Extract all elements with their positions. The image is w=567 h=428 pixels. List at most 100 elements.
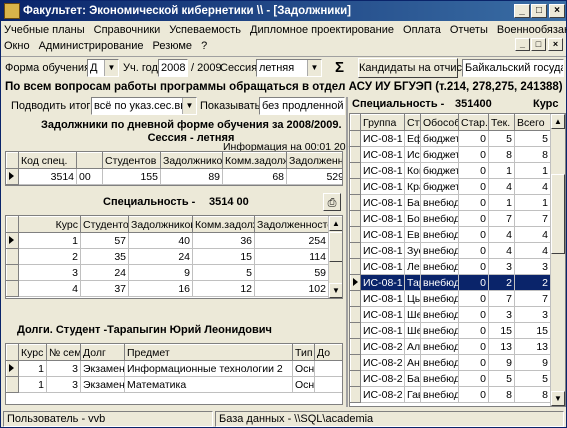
cell[interactable]: 68 [222, 168, 287, 185]
col-old[interactable]: Стар. [458, 114, 489, 131]
chevron-down-icon[interactable]: ▼ [182, 98, 196, 114]
cell[interactable]: ИС-08-1 [360, 146, 405, 163]
cell[interactable]: ИС-08-1 [360, 258, 405, 275]
cell[interactable]: 0 [458, 242, 489, 259]
table-row[interactable]: ИС-08-2Антвнебюд099 [350, 354, 551, 371]
scroll-up-icon[interactable]: ▲ [551, 114, 565, 129]
col-students[interactable]: Студентов [102, 152, 161, 169]
cell[interactable]: ИС-08-2 [360, 354, 405, 371]
cell[interactable]: 3 [488, 258, 515, 275]
table-row[interactable]: ИС-08-1Ефібюджет055 [350, 130, 551, 147]
cell[interactable]: 15 [192, 248, 255, 265]
col-student[interactable]: Сту [404, 114, 421, 131]
cell[interactable]: Осн [292, 360, 315, 377]
cell[interactable]: 7 [488, 210, 515, 227]
cell[interactable]: Иса [404, 146, 421, 163]
cell[interactable]: ИС-08-1 [360, 322, 405, 339]
table-row[interactable]: ИС-08-1Цыйвнебюд077 [350, 290, 551, 307]
cell[interactable]: 0 [458, 274, 489, 291]
cell[interactable]: 9 [514, 354, 551, 371]
scroll-up-icon[interactable]: ▲ [329, 216, 342, 231]
col-course[interactable]: Курс [18, 216, 81, 233]
table-row[interactable]: ИС-08-1Лесвнебюд033 [350, 258, 551, 275]
col-debts[interactable]: Задолженностей [254, 216, 329, 233]
cell[interactable]: Тар [404, 274, 421, 291]
table-row[interactable]: ИС-08-1Шеівнебюд01515 [350, 322, 551, 339]
cell[interactable]: 1 [18, 232, 81, 249]
scroll-down-icon[interactable]: ▼ [329, 283, 342, 298]
menu-item[interactable]: Резюме [152, 40, 192, 52]
cell[interactable]: внебюд [420, 226, 459, 243]
col-debt[interactable]: Долг [80, 344, 125, 361]
table-row[interactable]: 3 24 9 5 59 [6, 264, 329, 281]
cell[interactable]: 1 [488, 162, 515, 179]
cell[interactable]: внебюд [420, 338, 459, 355]
table-row[interactable]: 4 37 16 12 102 [6, 280, 329, 297]
cell[interactable]: 0 [458, 338, 489, 355]
cell[interactable]: 0 [458, 370, 489, 387]
cell[interactable]: 0 [458, 130, 489, 147]
cell[interactable]: 4 [514, 178, 551, 195]
cell[interactable]: 7 [488, 290, 515, 307]
cell[interactable]: ИС-08-1 [360, 274, 405, 291]
table-row[interactable]: ИС-08-2Алтвнебюд01313 [350, 338, 551, 355]
cell[interactable]: внебюд [420, 290, 459, 307]
table-row[interactable]: 2 35 24 15 114 [6, 248, 329, 265]
cell[interactable]: Бак [404, 194, 421, 211]
table-row[interactable]: ИС-08-1Исабюджет088 [350, 146, 551, 163]
cell[interactable]: 3 [514, 258, 551, 275]
table-row[interactable]: ИС-08-1Тарвнебюд022 [350, 274, 551, 291]
cell[interactable]: 7 [514, 290, 551, 307]
col-extra[interactable]: До [314, 344, 342, 361]
cell[interactable]: Математика [124, 376, 293, 393]
session-select[interactable]: летняя ▼ [256, 59, 322, 77]
cell[interactable]: 0 [458, 210, 489, 227]
cell[interactable]: ИС-08-1 [360, 178, 405, 195]
cell[interactable]: ИС-08-1 [360, 130, 405, 147]
cell[interactable]: 35 [80, 248, 129, 265]
cell[interactable]: 0 [458, 386, 489, 403]
cell[interactable]: 4 [514, 226, 551, 243]
cell[interactable]: внебюд [420, 194, 459, 211]
cell[interactable]: 4 [18, 280, 81, 297]
cell[interactable]: 9 [128, 264, 193, 281]
close-button[interactable]: × [549, 4, 565, 18]
cell[interactable]: 0 [458, 322, 489, 339]
cell[interactable]: 3 [488, 306, 515, 323]
cell[interactable]: 4 [488, 226, 515, 243]
menu-item[interactable]: Администрирование [39, 40, 144, 52]
cell[interactable]: 0 [458, 258, 489, 275]
col-total[interactable]: Всего [514, 114, 551, 131]
cell[interactable]: 114 [254, 248, 329, 265]
cell[interactable]: 9 [488, 354, 515, 371]
table-row[interactable]: ИС-08-2Гаввнебюд088 [350, 386, 551, 403]
cell[interactable]: Лес [404, 258, 421, 275]
cell[interactable]: 00 [76, 168, 103, 185]
cell[interactable]: 12 [192, 280, 255, 297]
table-row[interactable]: ИС-08-1Евсвнебюд044 [350, 226, 551, 243]
col-debtors[interactable]: Задолжников [160, 152, 223, 169]
cell[interactable]: 15 [514, 322, 551, 339]
table-row[interactable]: 3514 00 155 89 68 529 [6, 168, 342, 185]
table-row[interactable]: ИС-08-2Барвнебюд055 [350, 370, 551, 387]
cell[interactable]: внебюд [420, 306, 459, 323]
cell[interactable]: 0 [458, 146, 489, 163]
cell[interactable]: 5 [514, 130, 551, 147]
mdi-minimize-button[interactable]: _ [515, 38, 530, 51]
cell[interactable]: 3 [18, 264, 81, 281]
scroll-thumb[interactable] [329, 232, 342, 262]
cell[interactable]: ИС-08-2 [360, 386, 405, 403]
mdi-restore-button[interactable]: □ [531, 38, 546, 51]
maximize-button[interactable]: □ [531, 4, 547, 18]
cell[interactable]: Зуе [404, 242, 421, 259]
cell[interactable]: 1 [488, 194, 515, 211]
cell[interactable]: 16 [128, 280, 193, 297]
cell[interactable]: бюджет [420, 162, 459, 179]
col-current[interactable]: Тек. [488, 114, 515, 131]
cell[interactable]: ИС-08-1 [360, 306, 405, 323]
table-row[interactable]: 1 3 Экзамен Математика Осн [6, 376, 342, 393]
app-icon[interactable] [4, 3, 20, 19]
cell[interactable]: 3514 [18, 168, 77, 185]
cell[interactable]: 8 [514, 146, 551, 163]
print-icon[interactable]: ⎙ [323, 193, 341, 211]
